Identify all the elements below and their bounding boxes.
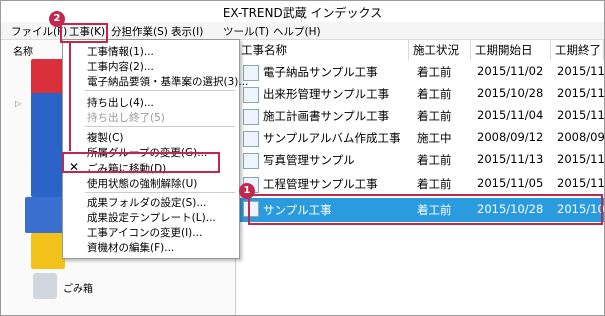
row-status: 着工前 — [417, 177, 452, 191]
table-row[interactable]: 写真管理サンプル 着工前 2015/11/13 2015/11 — [237, 150, 604, 172]
menu-separator — [85, 192, 235, 193]
menu-item-duplicate[interactable]: 複製(C) — [87, 130, 124, 145]
col-header-end[interactable]: 工期終了 — [551, 40, 604, 60]
row-end: 2015/11 — [557, 64, 605, 78]
project-list: 工事名称 施工状況 工期開始日 工期終了 電子納品サンプル工事 着工前 2015… — [237, 40, 604, 315]
row-status: 施工中 — [417, 131, 452, 145]
table-row[interactable]: 工程管理サンプル工事 着工前 2015/11/05 2015/11 — [237, 174, 604, 196]
row-status: 着工前 — [417, 65, 452, 79]
row-end: 2015/11 — [557, 86, 605, 100]
project-icon — [243, 87, 259, 103]
left-panel-header: 名称 — [13, 47, 33, 58]
step-badge-2: 2 — [49, 11, 65, 27]
row-start: 2015/11/02 — [477, 64, 544, 78]
row-status: 着工前 — [417, 87, 452, 101]
row-name: 電子納品サンプル工事 — [263, 65, 378, 79]
blue-binder-stack-icon[interactable] — [31, 161, 65, 197]
row-name: 施工計画書サンプル工事 — [263, 109, 390, 123]
row-name: サンプルアルバム作成工事 — [263, 131, 401, 145]
step-badge-1: 1 — [239, 183, 255, 199]
move-to-trash-highlight — [62, 152, 220, 173]
col-header-status[interactable]: 施工状況 — [409, 40, 471, 60]
table-row[interactable]: サンプルアルバム作成工事 施工中 2008/09/12 2008/09 — [237, 128, 604, 150]
window-title: EX-TREND武蔵 インデックス — [222, 6, 383, 20]
menu-koji-highlight — [60, 23, 108, 43]
project-icon — [243, 153, 259, 169]
table-row[interactable]: 出来形管理サンプル工事 着工前 2015/10/28 2015/11 — [237, 84, 604, 106]
menu-help[interactable]: ヘルプ(H) — [273, 24, 321, 39]
trash-label: ごみ箱 — [63, 284, 93, 295]
row-start: 2008/09/12 — [477, 130, 544, 144]
callout-arrow — [69, 41, 71, 151]
row-start: 2015/11/04 — [477, 108, 544, 122]
row-end: 2008/09 — [557, 130, 605, 144]
row-end: 2015/11 — [557, 152, 605, 166]
menu-item-output-folder[interactable]: 成果フォルダの設定(S)... — [87, 195, 206, 210]
expand-chevron-icon[interactable]: ▷ — [15, 99, 21, 108]
table-row[interactable]: 施工計画書サンプル工事 着工前 2015/11/04 2015/11 — [237, 106, 604, 128]
menu-view[interactable]: 表示(I) — [171, 24, 203, 39]
row-status: 着工前 — [417, 109, 452, 123]
col-header-start[interactable]: 工期開始日 — [471, 40, 551, 60]
blue-binder-icon[interactable] — [31, 93, 65, 129]
row-name: 出来形管理サンプル工事 — [263, 87, 390, 101]
row-end: 2015/11 — [557, 108, 605, 122]
menu-item-force-release[interactable]: 使用状態の強制解除(U) — [87, 176, 197, 191]
menu-item-delivery-standard[interactable]: 電子納品要領・基準案の選択(3)... — [87, 74, 248, 89]
project-icon — [243, 109, 259, 125]
menu-item-output-template[interactable]: 成果設定テンプレート(L)... — [87, 210, 216, 225]
col-header-name[interactable]: 工事名称 — [237, 40, 409, 60]
row-name: 写真管理サンプル — [263, 153, 355, 167]
trash-icon[interactable] — [33, 273, 57, 299]
title-bar: EX-TREND武蔵 インデックス — [1, 1, 604, 21]
menu-item-project-info[interactable]: 工事情報(1)... — [87, 44, 154, 59]
menu-item-change-icon[interactable]: 工事アイコンの変更(I)... — [87, 225, 202, 240]
menu-item-edit-materials[interactable]: 資機材の編集(F)... — [87, 240, 174, 255]
red-binder-icon[interactable] — [31, 59, 65, 95]
selected-row-highlight — [248, 194, 603, 225]
app-window: EX-TREND武蔵 インデックス ファイル(F) 工事(K) 分担作業(S) … — [0, 0, 605, 316]
row-start: 2015/11/13 — [477, 152, 544, 166]
computer-icon[interactable] — [25, 197, 65, 233]
row-end: 2015/11 — [557, 176, 605, 190]
row-start: 2015/10/28 — [477, 86, 544, 100]
menu-shared-work[interactable]: 分担作業(S) — [111, 24, 168, 39]
row-start: 2015/11/05 — [477, 176, 544, 190]
menu-separator — [85, 90, 235, 91]
project-icon — [243, 131, 259, 147]
row-status: 着工前 — [417, 153, 452, 167]
menu-item-project-content[interactable]: 工事内容(2)... — [87, 59, 154, 74]
warning-folder-icon[interactable] — [31, 233, 65, 269]
blue-binder-icon[interactable] — [31, 127, 65, 163]
row-name: 工程管理サンプル工事 — [263, 177, 378, 191]
table-row[interactable]: 電子納品サンプル工事 着工前 2015/11/02 2015/11 — [237, 62, 604, 84]
menu-tools[interactable]: ツール(T) — [223, 24, 269, 39]
menu-separator — [85, 126, 235, 127]
menu-item-checkout-end: 持ち出し終了(5) — [87, 112, 165, 124]
menu-item-checkout[interactable]: 持ち出し(4)... — [87, 95, 154, 110]
koji-dropdown-menu: 工事情報(1)... 工事内容(2)... 電子納品要領・基準案の選択(3)..… — [62, 39, 248, 259]
